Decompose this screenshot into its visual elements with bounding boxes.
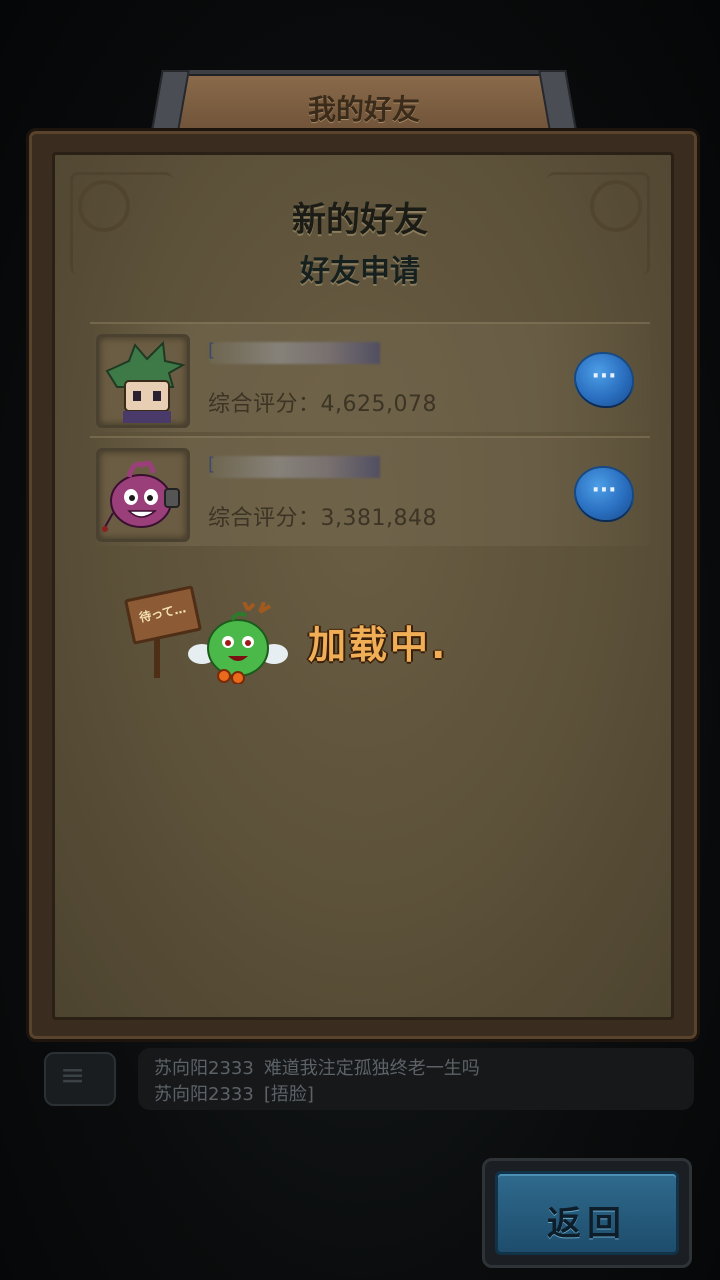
green-dragon-mascot-icon xyxy=(188,602,288,684)
score-value: 4,625,078 xyxy=(320,392,437,417)
player-name: [ xyxy=(208,340,216,361)
chat-username: 苏向阳2333 xyxy=(154,1084,254,1105)
green-hair-character-icon xyxy=(105,340,186,423)
chat-message: 苏向阳2333 [捂脸] xyxy=(154,1080,314,1106)
chat-message: 苏向阳2333 难道我注定孤独终老一生吗 xyxy=(154,1054,480,1080)
avatar[interactable] xyxy=(96,448,190,542)
overall-score: 综合评分：3,381,848 xyxy=(208,500,437,532)
back-button-face: 返回 xyxy=(495,1171,679,1255)
chat-username: 苏向阳2333 xyxy=(154,1058,254,1079)
loading-text: 加载中. xyxy=(308,623,449,667)
player-name: [ xyxy=(208,454,216,475)
chat-text: 难道我注定孤独终老一生吗 xyxy=(263,1058,480,1079)
overall-score: 综合评分：4,625,078 xyxy=(208,386,437,418)
page-title: 我的好友 xyxy=(307,93,420,126)
section-subheading: 好友申请 xyxy=(300,254,420,289)
score-label: 综合评分： xyxy=(208,392,321,417)
purple-monster-icon xyxy=(102,460,180,532)
score-value: 3,381,848 xyxy=(320,506,437,531)
back-button[interactable]: 返回 xyxy=(482,1158,692,1268)
chat-text: [捂脸] xyxy=(263,1084,314,1105)
player-name-redacted xyxy=(210,456,380,478)
friend-request-row: [ 综合评分：3,381,848 ··· xyxy=(90,436,650,546)
ellipsis-icon: ··· xyxy=(591,478,617,503)
avatar[interactable] xyxy=(96,334,190,428)
ellipsis-icon: ··· xyxy=(591,364,617,389)
section-heading: 新的好友 xyxy=(292,200,428,240)
friend-request-row: [ 综合评分：4,625,078 ··· xyxy=(90,322,650,432)
back-button-label: 返回 xyxy=(547,1204,627,1244)
more-options-button[interactable]: ··· xyxy=(576,468,632,520)
more-options-button[interactable]: ··· xyxy=(576,354,632,406)
player-name-redacted xyxy=(210,342,380,364)
score-label: 综合评分： xyxy=(208,506,321,531)
loading-indicator: 待って… 加载中. xyxy=(123,574,484,694)
chat-icon[interactable] xyxy=(44,1052,116,1106)
